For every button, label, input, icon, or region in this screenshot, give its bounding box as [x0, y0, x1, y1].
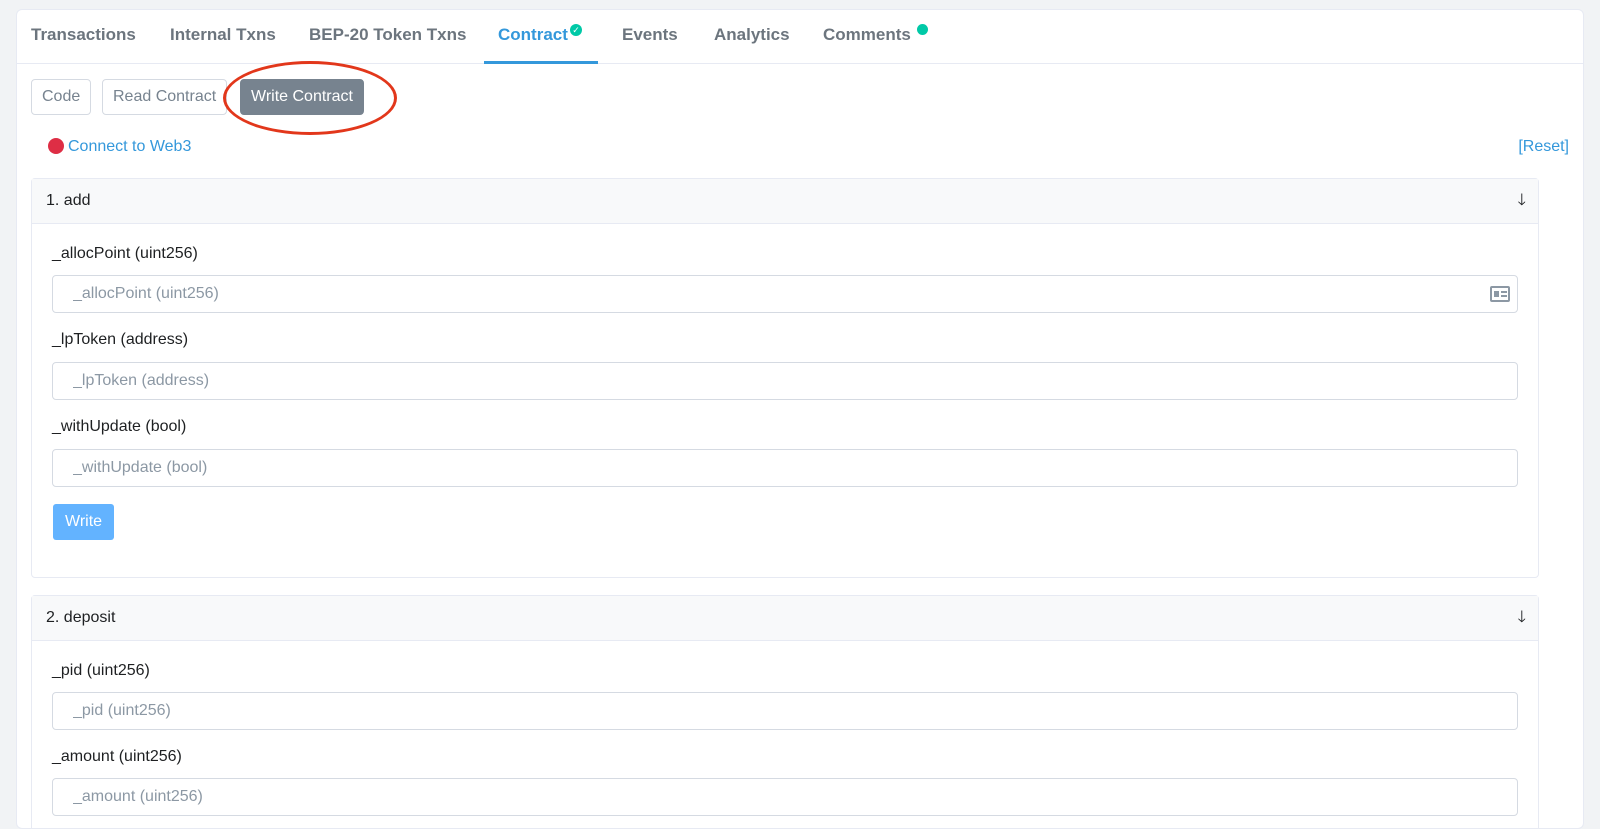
- function-header-deposit[interactable]: 2. deposit 🡓: [32, 596, 1538, 641]
- function-header-add[interactable]: 1. add 🡓: [32, 179, 1538, 224]
- write-contract-button[interactable]: Write Contract: [240, 79, 364, 115]
- tab-analytics[interactable]: Analytics: [714, 10, 790, 64]
- connect-to-web3-link[interactable]: Connect to Web3: [48, 136, 191, 158]
- field-label-lptoken: _lpToken (address): [52, 331, 189, 348]
- tab-contract-label: Contract: [498, 25, 568, 44]
- tab-bep20-token-txns[interactable]: BEP-20 Token Txns: [309, 10, 466, 64]
- field-label-withupdate: _withUpdate (bool): [52, 418, 187, 435]
- tab-bar: Transactions Internal Txns BEP-20 Token …: [17, 10, 1583, 64]
- pid-input[interactable]: [52, 692, 1518, 730]
- withupdate-input[interactable]: [52, 449, 1518, 487]
- arrow-down-icon[interactable]: 🡓: [1518, 179, 1526, 223]
- function-panel-deposit: 2. deposit 🡓 _pid (uint256) _amount (uin…: [31, 595, 1539, 828]
- code-button[interactable]: Code: [31, 79, 92, 115]
- disconnected-status-icon: [48, 138, 64, 154]
- tab-events[interactable]: Events: [622, 10, 678, 64]
- function-title: 1. add: [46, 192, 91, 209]
- function-panel-add: 1. add 🡓 _allocPoint (uint256) _lpToken …: [31, 178, 1539, 578]
- field-label-allocpoint: _allocPoint (uint256): [52, 245, 198, 262]
- tab-contract[interactable]: Contract: [484, 10, 598, 64]
- function-title: 2. deposit: [46, 609, 116, 626]
- connect-label: Connect to Web3: [68, 138, 192, 155]
- tab-transactions[interactable]: Transactions: [31, 10, 136, 64]
- verified-check-icon: ✓: [570, 24, 582, 36]
- read-contract-button[interactable]: Read Contract: [102, 79, 228, 115]
- reset-link[interactable]: [Reset]: [1518, 136, 1569, 158]
- contract-card: Transactions Internal Txns BEP-20 Token …: [16, 9, 1584, 829]
- write-button[interactable]: Write: [53, 504, 115, 540]
- comments-new-dot-icon: [917, 24, 928, 35]
- amount-input[interactable]: [52, 778, 1518, 816]
- id-card-icon[interactable]: [1490, 286, 1510, 302]
- arrow-down-icon[interactable]: 🡓: [1518, 596, 1526, 640]
- tab-internal-txns[interactable]: Internal Txns: [170, 10, 276, 64]
- field-label-amount: _amount (uint256): [52, 748, 182, 765]
- tab-comments[interactable]: Comments: [823, 10, 911, 64]
- field-label-pid: _pid (uint256): [52, 662, 150, 679]
- allocpoint-input[interactable]: [52, 275, 1518, 313]
- lptoken-input[interactable]: [52, 362, 1518, 400]
